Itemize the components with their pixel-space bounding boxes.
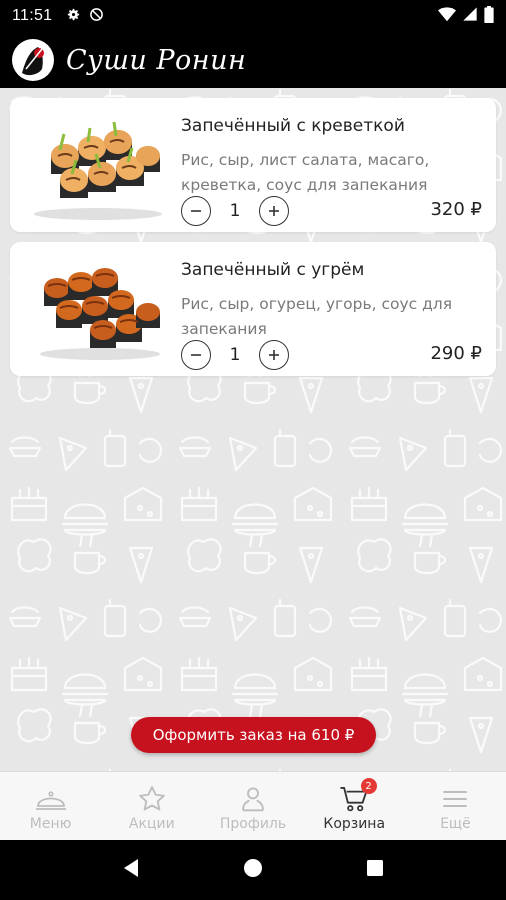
decrease-quantity-button[interactable] xyxy=(181,196,211,226)
person-icon xyxy=(238,782,268,816)
item-price: 290 ₽ xyxy=(430,343,482,364)
nav-item-promotions[interactable]: Акции xyxy=(101,772,202,840)
wifi-icon xyxy=(438,6,456,26)
battery-icon xyxy=(484,5,494,27)
nav-label: Корзина xyxy=(323,816,386,832)
nav-label: Акции xyxy=(128,816,175,832)
system-nav-bar xyxy=(0,840,506,900)
samurai-logo-icon xyxy=(12,39,54,81)
nav-label: Меню xyxy=(29,816,72,832)
item-title: Запечённый с угрём xyxy=(181,260,365,280)
bottom-nav: Меню Акции Профиль 2 Корзина Ещё xyxy=(0,771,506,840)
no-sync-icon xyxy=(89,7,104,26)
place-order-button[interactable]: Оформить заказ на 610 ₽ xyxy=(131,717,376,753)
recents-icon[interactable] xyxy=(366,859,384,881)
quantity-stepper: 1 xyxy=(181,340,289,370)
quantity-value: 1 xyxy=(229,345,241,365)
shrimp-roll-image xyxy=(34,121,162,220)
nav-item-menu[interactable]: Меню xyxy=(0,772,101,840)
nav-item-more[interactable]: Ещё xyxy=(405,772,506,840)
decrease-quantity-button[interactable] xyxy=(181,340,211,370)
star-icon xyxy=(137,782,167,816)
minus-icon xyxy=(191,210,201,212)
increase-quantity-button[interactable] xyxy=(259,340,289,370)
status-time: 11:51 xyxy=(12,7,53,24)
status-bar: 11:51 xyxy=(0,0,506,32)
item-price: 320 ₽ xyxy=(430,199,482,220)
quantity-value: 1 xyxy=(229,201,241,221)
gear-icon xyxy=(66,7,81,26)
minus-icon xyxy=(191,354,201,356)
item-description: Рис, сыр, лист салата, масаго, креветка,… xyxy=(181,151,430,194)
nav-label: Ещё xyxy=(440,816,471,832)
nav-label: Профиль xyxy=(219,816,287,832)
increase-quantity-button[interactable] xyxy=(259,196,289,226)
nav-item-cart[interactable]: 2 Корзина xyxy=(304,772,405,840)
cart-item[interactable]: Запечённый с угрём Рис, сыр, огурец, уго… xyxy=(10,242,496,376)
cloche-icon xyxy=(34,782,68,816)
back-icon[interactable] xyxy=(122,858,140,882)
eel-roll-image xyxy=(40,268,160,360)
menu-icon xyxy=(441,782,469,816)
quantity-stepper: 1 xyxy=(181,196,289,226)
signal-icon xyxy=(462,6,478,26)
cart-content: Запечённый с креветкой Рис, сыр, лист са… xyxy=(0,88,506,771)
plus-icon xyxy=(269,350,279,360)
app-title: Суши Ронин xyxy=(66,44,247,76)
cart-item[interactable]: Запечённый с креветкой Рис, сыр, лист са… xyxy=(10,98,496,232)
item-title: Запечённый с креветкой xyxy=(181,116,405,136)
item-description: Рис, сыр, огурец, угорь, соус для запека… xyxy=(181,295,453,338)
plus-icon xyxy=(269,206,279,216)
nav-item-profile[interactable]: Профиль xyxy=(202,772,303,840)
home-icon[interactable] xyxy=(243,858,263,882)
app-bar: Суши Ронин xyxy=(0,32,506,88)
cart-count-badge: 2 xyxy=(360,778,377,794)
